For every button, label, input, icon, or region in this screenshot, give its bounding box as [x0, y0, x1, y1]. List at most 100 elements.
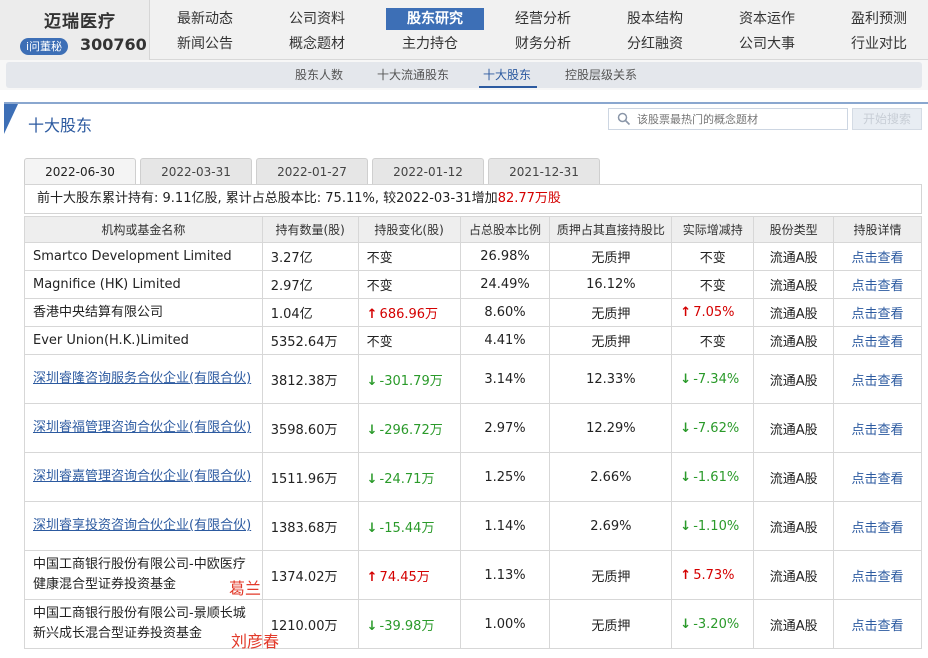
cell-pledge: 12.29% — [549, 403, 673, 453]
cell-detail: 点击查看 — [833, 242, 922, 271]
cell-holder-name: 深圳睿隆咨询服务合伙企业(有限合伙) — [24, 354, 263, 404]
cell-share-type: 流通A股 — [753, 550, 835, 600]
change-value: 不变 — [366, 251, 393, 266]
cell-holder-name: Ever Union(H.K.)Limited — [24, 326, 263, 355]
arrow-up-icon: ↑ — [366, 569, 378, 585]
tab-2022-06-30[interactable]: 2022-06-30 — [24, 158, 136, 184]
cell-pledge: 无质押 — [549, 599, 673, 649]
actual-change-value: 不变 — [699, 335, 726, 350]
arrow-down-icon: ↓ — [366, 618, 378, 634]
cell-detail: 点击查看 — [833, 298, 922, 327]
arrow-down-icon: ↓ — [680, 518, 692, 534]
holder-name: 中国工商银行股份有限公司-景顺长城新兴成长混合型证券投资基金 — [33, 606, 246, 641]
subnav-item-control-hierarchy[interactable]: 控股层级关系 — [565, 62, 637, 88]
nav-item-operations[interactable]: 经营分析 — [494, 8, 592, 30]
table-row: 深圳睿嘉管理咨询合伙企业(有限合伙) 1511.96万 ↓ -24.71万 1.25% 2… — [24, 452, 922, 502]
view-detail-link[interactable]: 点击查看 — [852, 619, 904, 634]
cell-share-type: 流通A股 — [753, 501, 835, 551]
cell-actual-change: ↑ 5.73% — [671, 550, 755, 600]
view-detail-link[interactable]: 点击查看 — [852, 570, 904, 585]
change-value: 686.96万 — [379, 307, 439, 322]
nav-item-events[interactable]: 公司大事 — [718, 33, 816, 55]
cell-share-type: 流通A股 — [753, 242, 835, 271]
view-detail-link[interactable]: 点击查看 — [852, 251, 904, 266]
cell-holder-name: 中国工商银行股份有限公司-景顺长城新兴成长混合型证券投资基金 — [24, 599, 263, 649]
arrow-down-icon: ↓ — [366, 471, 378, 487]
nav-item-shareholders[interactable]: 股东研究 — [386, 8, 484, 30]
arrow-down-icon: ↓ — [366, 520, 378, 536]
cell-ratio: 26.98% — [459, 242, 551, 271]
column-header-detail: 持股详情 — [833, 216, 922, 243]
subnav-item-top10[interactable]: 十大股东 — [483, 62, 531, 88]
tab-2022-01-27[interactable]: 2022-01-27 — [256, 158, 368, 184]
cell-actual-change: ↑ 7.05% — [671, 298, 755, 327]
holder-name-link[interactable]: 深圳睿嘉管理咨询合伙企业(有限合伙) — [33, 467, 254, 487]
nav-item-industry-compare[interactable]: 行业对比 — [830, 33, 928, 55]
cell-ratio: 2.97% — [459, 403, 551, 453]
nav-item-finance[interactable]: 财务分析 — [494, 33, 592, 55]
cell-actual-change: ↓ -7.34% — [671, 354, 755, 404]
holder-name-link[interactable]: 深圳睿隆咨询服务合伙企业(有限合伙) — [33, 369, 254, 389]
holder-name: Smartco Development Limited — [33, 248, 232, 264]
cell-ratio: 1.25% — [459, 452, 551, 502]
change-value: -39.98万 — [379, 618, 435, 634]
column-header-change: 持股变化(股) — [357, 216, 461, 243]
subnav-item-holder-count[interactable]: 股东人数 — [295, 62, 343, 88]
cell-ratio: 1.00% — [459, 599, 551, 649]
holder-name-link[interactable]: 深圳睿享投资咨询合伙企业(有限合伙) — [33, 516, 254, 536]
view-detail-link[interactable]: 点击查看 — [852, 472, 904, 487]
cell-actual-change: 不变 — [671, 270, 755, 299]
tab-2021-12-31[interactable]: 2021-12-31 — [488, 158, 600, 184]
stock-brand: 迈瑞医疗 i问董秘 300760 — [0, 0, 150, 60]
nav-item-profile[interactable]: 公司资料 — [268, 8, 366, 30]
panel-corner-decoration — [4, 104, 18, 134]
holder-name-link[interactable]: 深圳睿福管理咨询合伙企业(有限合伙) — [33, 418, 254, 438]
actual-change-value: -1.10% — [693, 518, 740, 534]
cell-change: ↑ 74.45万 — [357, 550, 461, 600]
nav-item-forecast[interactable]: 盈利预测 — [830, 8, 928, 30]
cell-share-type: 流通A股 — [753, 326, 835, 355]
nav-item-main-holdings[interactable]: 主力持仓 — [381, 33, 479, 55]
view-detail-link[interactable]: 点击查看 — [852, 423, 904, 438]
cell-actual-change: ↓ -7.62% — [671, 403, 755, 453]
cell-ratio: 3.14% — [459, 354, 551, 404]
arrow-down-icon: ↓ — [366, 373, 378, 389]
tab-2022-03-31[interactable]: 2022-03-31 — [140, 158, 252, 184]
cell-detail: 点击查看 — [833, 403, 922, 453]
subnav-active-underline — [479, 86, 537, 88]
ask-secretary-badge[interactable]: i问董秘 — [20, 38, 69, 55]
arrow-down-icon: ↓ — [680, 420, 692, 436]
view-detail-link[interactable]: 点击查看 — [852, 279, 904, 294]
nav-grid: 最新动态 公司资料 股东研究 经营分析 股本结构 资本运作 盈利预测 新闻公告 … — [152, 0, 928, 60]
change-value: 不变 — [366, 279, 393, 294]
nav-item-capital-structure[interactable]: 股本结构 — [606, 8, 704, 30]
nav-item-news[interactable]: 新闻公告 — [156, 33, 254, 55]
view-detail-link[interactable]: 点击查看 — [852, 521, 904, 536]
cell-holder-name: 深圳睿嘉管理咨询合伙企业(有限合伙) — [24, 452, 263, 502]
nav-item-dividends[interactable]: 分红融资 — [606, 33, 704, 55]
change-value: -15.44万 — [379, 520, 435, 536]
cell-detail: 点击查看 — [833, 270, 922, 299]
cell-change: 不变 — [357, 270, 461, 299]
cell-holder-name: 深圳睿福管理咨询合伙企业(有限合伙) — [24, 403, 263, 453]
cell-quantity: 3812.38万 — [261, 354, 359, 404]
top-ten-shareholders-panel: 十大股东 开始搜索 2022-06-30 2022-03-31 2022-01-… — [4, 102, 928, 658]
nav-item-capital-ops[interactable]: 资本运作 — [718, 8, 816, 30]
view-detail-link[interactable]: 点击查看 — [852, 374, 904, 389]
sub-navigation-bar: 股东人数 十大流通股东 十大股东 控股层级关系 — [6, 62, 922, 88]
nav-item-concepts[interactable]: 概念题材 — [268, 33, 366, 55]
cell-actual-change: ↓ -1.10% — [671, 501, 755, 551]
actual-change-value: 5.73% — [693, 567, 735, 583]
concept-search-input[interactable] — [637, 111, 842, 127]
table-row: 中国工商银行股份有限公司-中欧医疗健康混合型证券投资基金 1374.02万 ↑ 74.… — [24, 550, 922, 600]
tab-2022-01-12[interactable]: 2022-01-12 — [372, 158, 484, 184]
subnav-item-top10-float[interactable]: 十大流通股东 — [377, 62, 449, 88]
holder-name: Ever Union(H.K.)Limited — [33, 332, 189, 348]
cell-detail: 点击查看 — [833, 452, 922, 502]
view-detail-link[interactable]: 点击查看 — [852, 307, 904, 322]
nav-item-latest[interactable]: 最新动态 — [156, 8, 254, 30]
cell-quantity: 5352.64万 — [261, 326, 359, 355]
start-search-button[interactable]: 开始搜索 — [852, 108, 922, 130]
view-detail-link[interactable]: 点击查看 — [852, 335, 904, 350]
change-value: 不变 — [366, 335, 393, 350]
